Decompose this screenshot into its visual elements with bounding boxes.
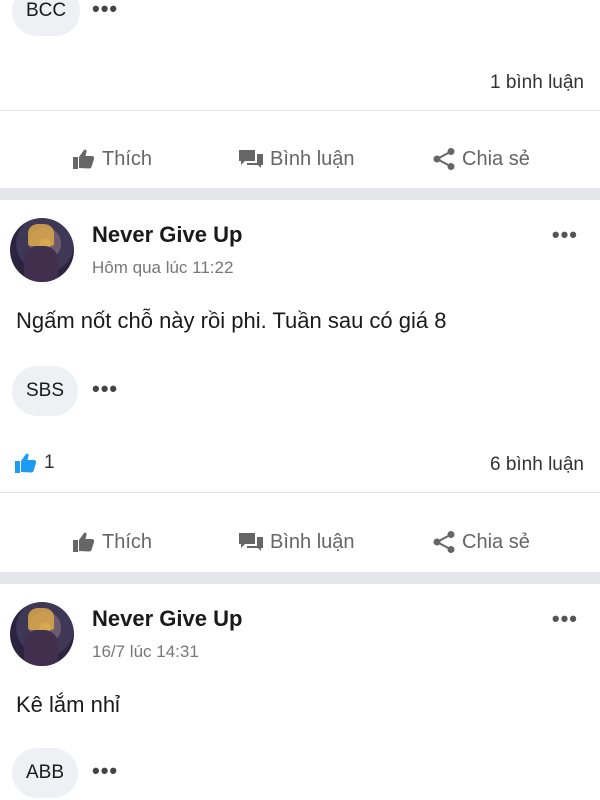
stock-tag-label: ABB <box>26 762 65 783</box>
post-2: Never Give Up Hôm qua lúc 11:22 ••• Ngấm… <box>0 200 600 572</box>
like-label: Thích <box>102 530 153 553</box>
post-time: 16/7 lúc 14:31 <box>92 642 199 661</box>
like-button[interactable]: Thích <box>72 148 152 171</box>
comment-label: Bình luận <box>270 147 355 170</box>
share-icon <box>433 531 455 553</box>
thumbs-up-icon <box>73 532 95 552</box>
post-3: Never Give Up 16/7 lúc 14:31 ••• Kê lắm … <box>0 584 600 800</box>
stock-tag-label: SBS <box>26 380 65 401</box>
divider <box>0 110 600 111</box>
stock-tag-chip[interactable]: ABB <box>12 748 79 798</box>
author-name[interactable]: Never Give Up <box>92 222 242 248</box>
thumbs-up-icon <box>15 453 37 473</box>
post-stats: 1 bình luận <box>0 64 600 104</box>
post-separator <box>0 572 600 584</box>
share-icon <box>433 148 455 170</box>
like-button[interactable]: Thích <box>72 531 152 554</box>
share-label: Chia sẻ <box>462 147 530 170</box>
like-count[interactable]: 1 <box>14 452 55 474</box>
share-label: Chia sẻ <box>462 530 530 553</box>
comment-button[interactable]: Bình luận <box>238 148 355 171</box>
post-separator <box>0 188 600 200</box>
post-1: BCC ••• 1 bình luận Thích Bình luận Chia… <box>0 0 600 188</box>
author-name[interactable]: Never Give Up <box>92 606 242 632</box>
avatar[interactable] <box>10 218 74 282</box>
like-count-value: 1 <box>44 452 55 473</box>
tag-more-icon[interactable]: ••• <box>92 378 118 400</box>
post-time: Hôm qua lúc 11:22 <box>92 258 234 277</box>
stock-tag-chip[interactable]: BCC <box>12 0 81 36</box>
comment-label: Bình luận <box>270 530 355 553</box>
share-button[interactable]: Chia sẻ <box>432 147 530 171</box>
more-options-icon[interactable]: ••• <box>552 608 578 630</box>
comment-icon <box>239 150 263 168</box>
post-actions: Thích Bình luận Chia sẻ <box>0 517 600 567</box>
divider <box>0 492 600 493</box>
comment-button[interactable]: Bình luận <box>238 531 355 554</box>
post-stats: 1 6 bình luận <box>0 446 600 486</box>
avatar[interactable] <box>10 602 74 666</box>
post-text: Ngấm nốt chỗ này rồi phi. Tuần sau có gi… <box>16 308 447 333</box>
post-header: Never Give Up 16/7 lúc 14:31 ••• <box>0 600 600 672</box>
like-label: Thích <box>102 147 153 170</box>
tag-more-icon[interactable]: ••• <box>92 0 118 20</box>
comment-icon <box>239 533 263 551</box>
comment-count[interactable]: 6 bình luận <box>490 454 584 476</box>
post-header: Never Give Up Hôm qua lúc 11:22 ••• <box>0 216 600 288</box>
tag-more-icon[interactable]: ••• <box>92 760 118 782</box>
comment-count[interactable]: 1 bình luận <box>490 72 584 94</box>
post-actions: Thích Bình luận Chia sẻ <box>0 134 600 184</box>
stock-tag-chip[interactable]: SBS <box>12 366 79 416</box>
thumbs-up-icon <box>73 149 95 169</box>
stock-tag-label: BCC <box>26 0 67 21</box>
post-text: Kê lắm nhỉ <box>16 692 120 717</box>
more-options-icon[interactable]: ••• <box>552 224 578 246</box>
share-button[interactable]: Chia sẻ <box>432 530 530 554</box>
